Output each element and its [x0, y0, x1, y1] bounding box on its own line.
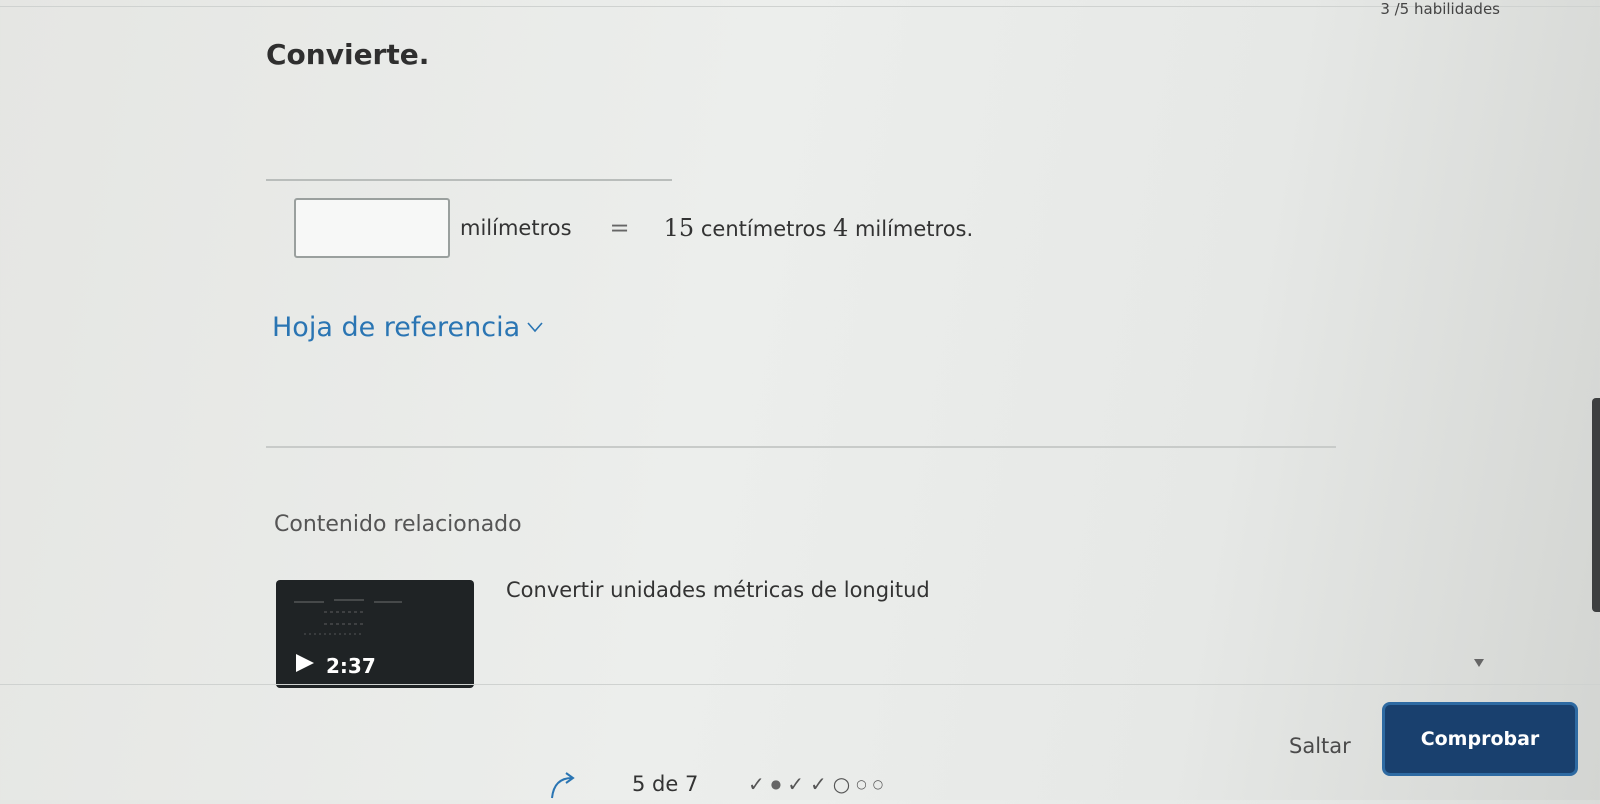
- empty-circle-icon: ○: [832, 772, 851, 796]
- answer-input[interactable]: [294, 198, 450, 258]
- reference-sheet-link[interactable]: Hoja de referencia: [272, 312, 544, 343]
- current-dot-icon: ●: [770, 777, 782, 791]
- conversion-value: 15 centímetros 4 milímetros.: [664, 214, 974, 242]
- check-button[interactable]: Comprobar: [1382, 702, 1578, 776]
- rhs-number-millimeters: 4: [833, 214, 849, 242]
- scrollbar[interactable]: [1592, 398, 1600, 612]
- section-divider: [266, 446, 1336, 448]
- empty-circle-small-icon: ○: [872, 777, 884, 791]
- input-unit-label: milímetros: [460, 216, 572, 240]
- video-thumbnail[interactable]: 2:37: [276, 580, 474, 688]
- video-preview-sketch: [294, 599, 402, 635]
- check-mark-icon: ✓: [810, 772, 827, 796]
- caret-down-icon: [1474, 656, 1484, 670]
- rhs-number-centimeters: 15: [663, 214, 695, 242]
- page-title: Convierte.: [266, 38, 430, 71]
- redo-icon[interactable]: [548, 770, 582, 800]
- progress-indicators: ✓ ● ✓ ✓ ○ ○ ○: [748, 772, 889, 796]
- video-duration: 2:37: [294, 652, 376, 679]
- check-mark-icon: ✓: [748, 772, 765, 796]
- video-title-link[interactable]: Convertir unidades métricas de longitud: [506, 578, 930, 602]
- question-divider: [266, 179, 672, 181]
- skip-button[interactable]: Saltar: [1289, 734, 1351, 758]
- play-icon: [294, 652, 316, 679]
- top-divider: [0, 6, 1600, 7]
- video-duration-text: 2:37: [326, 653, 376, 678]
- footer-divider: [0, 684, 1600, 685]
- rhs-unit-millimeters: milímetros.: [854, 217, 974, 241]
- skills-progress: 3 /5 habilidades: [1380, 0, 1500, 18]
- related-content-heading: Contenido relacionado: [274, 512, 522, 537]
- question-row: milímetros = 15 centímetros 4 milímetros…: [294, 196, 973, 260]
- equals-sign: =: [609, 214, 630, 242]
- check-mark-icon: ✓: [787, 772, 805, 796]
- rhs-unit-centimeters: centímetros: [700, 217, 827, 241]
- question-progress: 5 de 7: [632, 772, 699, 796]
- chevron-down-icon: [526, 318, 544, 337]
- empty-circle-small-icon: ○: [856, 777, 867, 791]
- reference-sheet-label: Hoja de referencia: [272, 312, 521, 343]
